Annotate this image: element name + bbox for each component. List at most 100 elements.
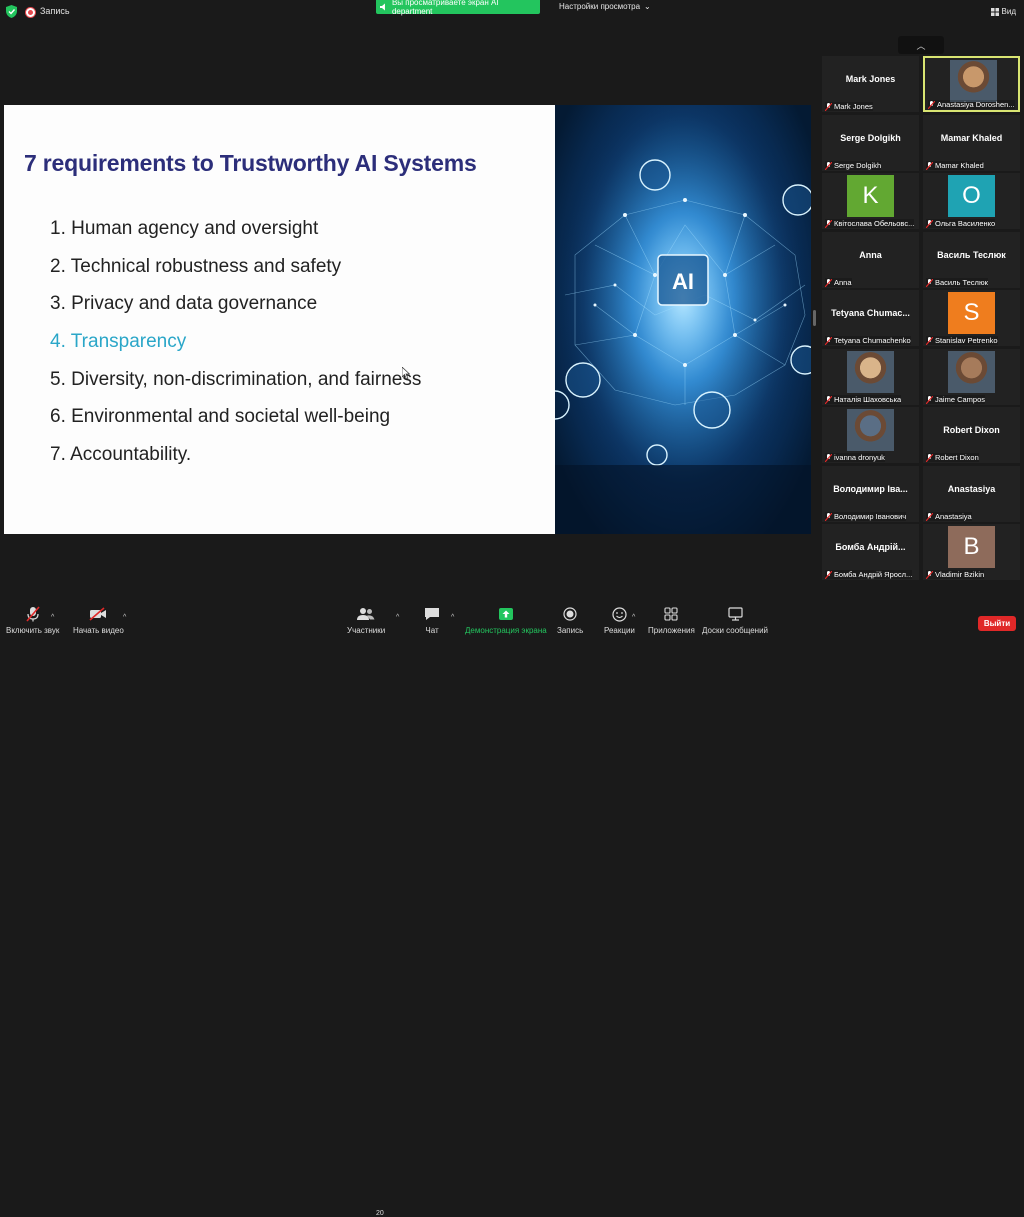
participant-name: Vladimir Bzikin	[935, 570, 985, 579]
requirement-item: 6. Environmental and societal well-being	[50, 406, 391, 428]
participant-tile[interactable]: Mamar Khaled Mamar Khaled	[923, 115, 1020, 171]
speaker-icon	[380, 3, 385, 11]
view-settings-button[interactable]: Настройки просмотра ⌄	[559, 2, 651, 11]
participant-name-label: Anastasiya	[926, 512, 972, 521]
participant-tile[interactable]: Tetyana Chumac... Tetyana Chumachenko	[822, 290, 919, 346]
share-screen-label: Демонстрация экрана	[465, 626, 547, 635]
participant-tile[interactable]: Mark Jones Mark Jones	[822, 56, 919, 112]
participant-tile[interactable]: ivanna dronyuk	[822, 407, 919, 463]
participant-display-name: Anastasiya	[947, 484, 996, 494]
participant-name: Tetyana Chumachenko	[834, 336, 911, 345]
video-off-icon	[89, 607, 107, 621]
requirement-item: 7. Accountability.	[50, 444, 192, 466]
apps-button[interactable]: Приложения	[648, 604, 695, 635]
participant-tile[interactable]: Jaime Campos	[923, 349, 1020, 405]
slide-title: 7 requirements to Trustworthy AI Systems	[24, 150, 477, 176]
video-options-caret[interactable]: ^	[123, 614, 126, 621]
participants-button[interactable]: Участники	[347, 604, 385, 635]
mic-muted-icon	[926, 219, 933, 228]
participant-tile[interactable]: K Квітослава Обельовс...	[822, 173, 919, 229]
participant-display-name: Бомба Андрій...	[835, 542, 906, 552]
participant-display-name: Serge Dolgikh	[840, 133, 901, 143]
requirement-item: 1. Human agency and oversight	[50, 218, 319, 239]
participant-tile[interactable]: Anastasiya Anastasiya	[923, 466, 1020, 522]
participant-name: Володимир Іванович	[834, 512, 907, 521]
participant-tile[interactable]: Володимир Іва... Володимир Іванович	[822, 466, 919, 522]
participant-tile[interactable]: B Vladimir Bzikin	[923, 524, 1020, 580]
apps-label: Приложения	[648, 626, 695, 635]
participants-icon	[357, 608, 375, 620]
shield-icon[interactable]	[6, 5, 17, 18]
participant-display-name: Mark Jones	[845, 74, 896, 84]
start-video-button[interactable]: Начать видео	[73, 604, 124, 635]
requirement-item-highlighted: 4. Transparency	[50, 331, 187, 353]
reactions-label: Реакции	[604, 626, 635, 635]
avatar-photo	[950, 60, 997, 102]
record-label: Запись	[557, 626, 584, 635]
participant-tile[interactable]: S Stanislav Petrenko	[923, 290, 1020, 346]
record-indicator-icon	[26, 8, 35, 17]
requirement-item: 2. Technical robustness and safety	[50, 255, 342, 277]
mic-muted-icon	[926, 570, 933, 579]
chevron-up-icon: ︿	[916, 40, 926, 51]
chat-options-caret[interactable]: ^	[451, 614, 454, 621]
participant-name: Anastasiya Doroshen...	[937, 100, 1015, 109]
participant-tile[interactable]: Robert Dixon Robert Dixon	[923, 407, 1020, 463]
mic-muted-icon	[926, 512, 933, 521]
reactions-button[interactable]: Реакции	[604, 604, 635, 635]
smile-icon	[612, 606, 627, 622]
participant-name: ivanna dronyuk	[834, 453, 885, 462]
avatar-photo	[847, 409, 894, 451]
avatar: B	[948, 526, 995, 568]
participant-name-label: Anna	[825, 278, 852, 287]
chat-label: Чат	[425, 626, 439, 635]
participant-name: Anastasiya	[935, 512, 972, 521]
audio-options-caret[interactable]: ^	[51, 614, 54, 621]
participant-tile[interactable]: Василь Теслюк Василь Теслюк	[923, 232, 1020, 288]
leave-button[interactable]: Выйти	[978, 616, 1016, 631]
whiteboards-label: Доски сообщений	[702, 626, 769, 635]
record-icon	[563, 607, 577, 621]
participant-name: Anna	[834, 278, 852, 287]
participant-name: Василь Теслюк	[935, 278, 988, 287]
participant-name: Бомба Андрій Яросл...	[834, 570, 913, 579]
participant-tile[interactable]: Наталія Шаховська	[822, 349, 919, 405]
scroll-up-button[interactable]: ︿	[898, 36, 944, 54]
chat-button[interactable]: Чат	[424, 604, 440, 635]
mic-muted-icon	[825, 278, 832, 287]
participant-tile[interactable]: Serge Dolgikh Serge Dolgikh	[822, 115, 919, 171]
share-screen-button[interactable]: Демонстрация экрана	[465, 604, 547, 635]
mic-muted-icon	[825, 512, 832, 521]
participants-options-caret[interactable]: ^	[396, 614, 399, 621]
participant-name: Mark Jones	[834, 102, 873, 111]
resize-handle[interactable]	[813, 310, 816, 326]
mic-muted-icon	[926, 453, 933, 462]
participant-name-label: Robert Dixon	[926, 453, 979, 462]
participant-tile[interactable]: Anna Anna	[822, 232, 919, 288]
ai-network-image: AI	[555, 105, 811, 534]
participants-count: 20	[376, 1210, 384, 1217]
ai-image-text: AI	[672, 269, 694, 294]
whiteboards-button[interactable]: Доски сообщений	[702, 604, 768, 635]
participant-name: Jaime Campos	[935, 395, 986, 404]
participant-tile[interactable]: Бомба Андрій... Бомба Андрій Яросл...	[822, 524, 919, 580]
participant-name-label: Василь Теслюк	[926, 278, 988, 287]
share-notice-text: Вы просматриваете экран AI department	[391, 0, 499, 16]
unmute-label: Включить звук	[6, 626, 60, 635]
mic-muted-icon	[926, 336, 933, 345]
ai-illustration: AI	[555, 105, 811, 534]
participant-name: Наталія Шаховська	[834, 395, 902, 404]
participant-name: Квітослава Обельовс...	[834, 219, 915, 228]
reactions-options-caret[interactable]: ^	[632, 614, 635, 621]
view-button[interactable]: Вид	[990, 7, 1016, 16]
mic-muted-icon	[825, 161, 832, 170]
mic-muted-icon	[825, 453, 832, 462]
participant-tile[interactable]: O Ольга Василенко	[923, 173, 1020, 229]
record-button[interactable]: Запись	[557, 604, 583, 635]
participant-display-name: Василь Теслюк	[937, 250, 1006, 260]
mouse-cursor-icon	[402, 367, 410, 379]
share-screen-icon	[498, 608, 513, 620]
participant-display-name: Mamar Khaled	[940, 133, 1003, 143]
participant-tile[interactable]: Anastasiya Doroshen...	[923, 56, 1020, 112]
mic-muted-icon	[825, 102, 832, 111]
